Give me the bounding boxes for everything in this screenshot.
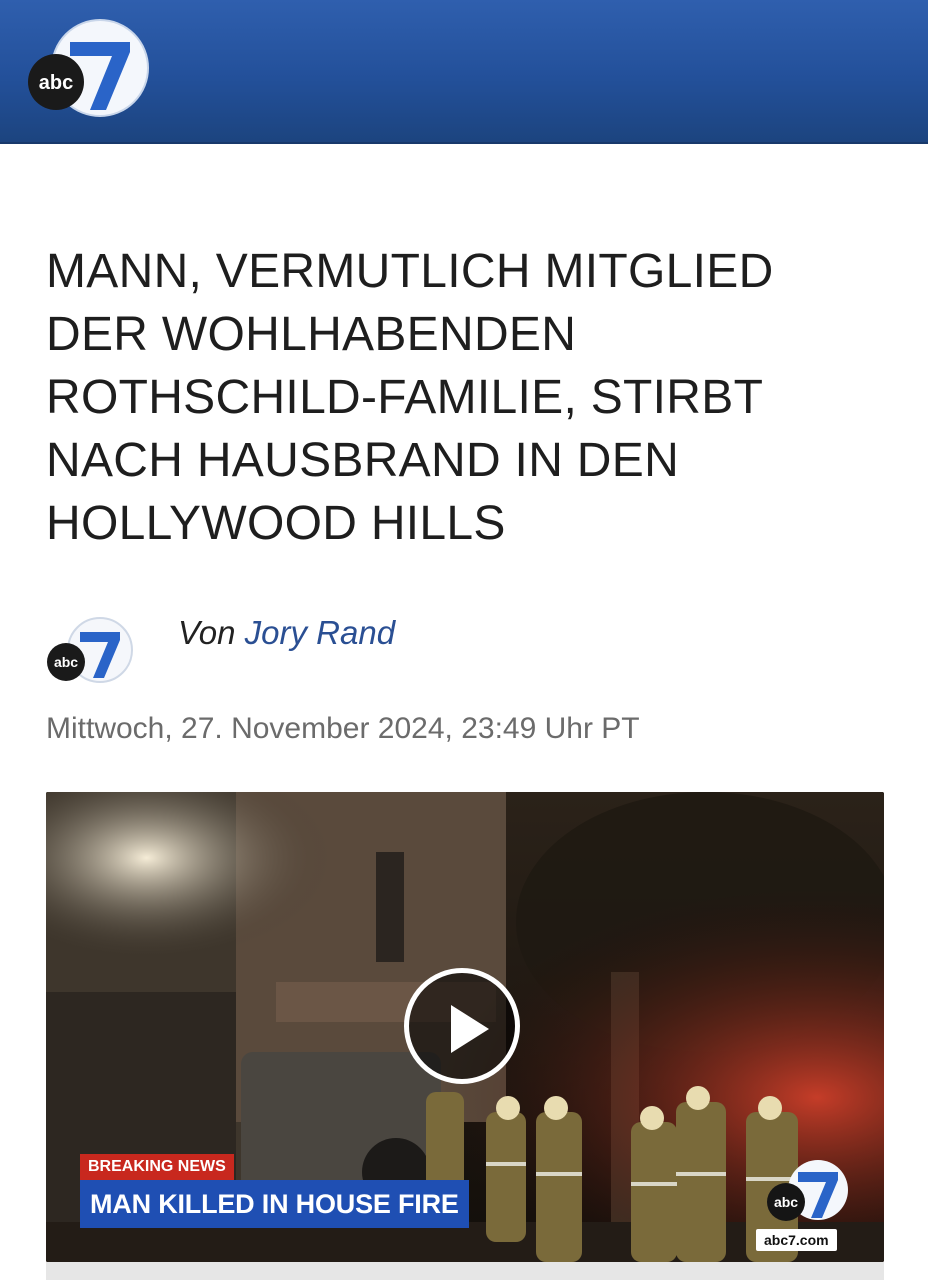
svg-text:abc: abc [774,1194,798,1210]
site-watermark: abc7.com [756,1229,837,1251]
svg-text:abc: abc [54,654,78,670]
publish-date: Mittwoch, 27. November 2024, 23:49 Uhr P… [46,712,640,745]
play-icon [451,1005,489,1053]
breaking-news-label: BREAKING NEWS [80,1154,234,1180]
article-headline: MANN, VERMUTLICH MITGLIED DER WOHLHABEND… [46,245,774,550]
author-link[interactable]: Jory Rand [245,614,395,651]
byline-prefix: Von [178,614,236,651]
video-player[interactable]: BREAKING NEWS MAN KILLED IN HOUSE FIRE a… [46,792,884,1262]
svg-text:abc: abc [39,72,73,94]
video-lower-third: MAN KILLED IN HOUSE FIRE [80,1180,469,1228]
author-avatar-logo: abc [47,617,133,683]
site-header: abc [0,0,928,144]
video-caption-strip [46,1262,884,1280]
play-button[interactable] [404,968,520,1084]
byline: Von Jory Rand [178,614,395,652]
abc7-video-bug-logo: abc [767,1160,848,1221]
abc7-logo[interactable]: abc [26,18,156,122]
